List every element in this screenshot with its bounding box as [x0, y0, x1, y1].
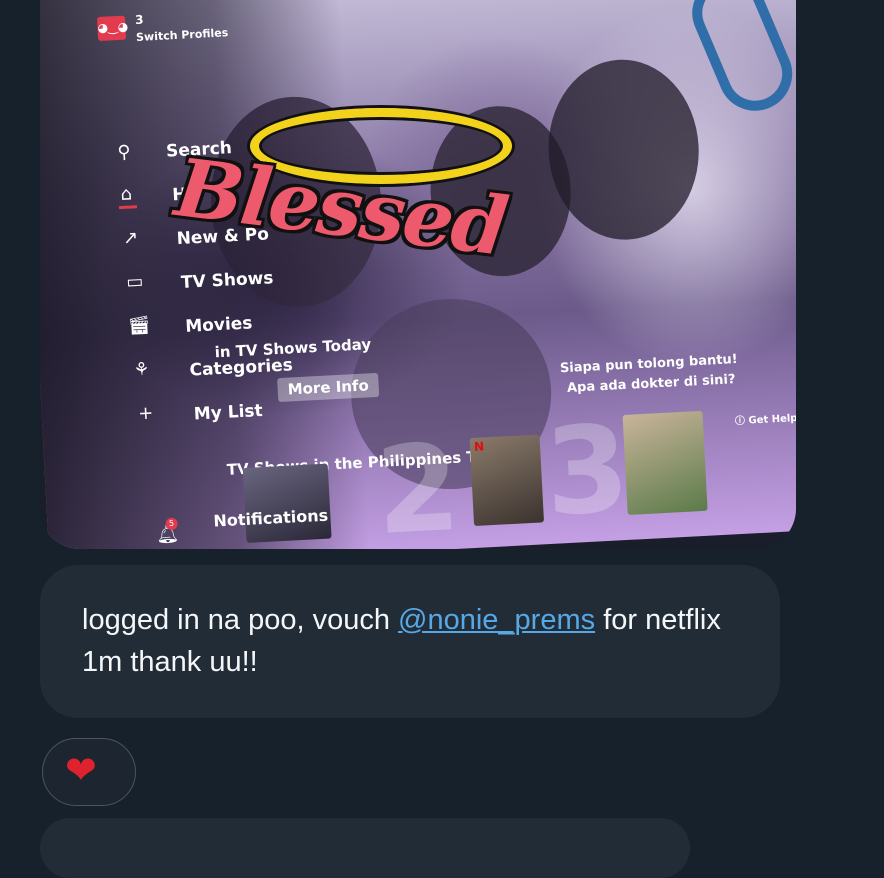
tv-icon: ▭	[125, 270, 144, 293]
get-help-label: ⓘ Get Help	[734, 412, 796, 428]
profile-count: 3	[134, 12, 144, 28]
heart-icon: ❤	[65, 748, 97, 792]
show-thumbnail	[242, 463, 332, 543]
mention-link[interactable]: @nonie_prems	[398, 604, 595, 636]
show-thumbnail	[622, 410, 708, 515]
nav-my-list: My List	[193, 400, 264, 425]
search-icon: ⚲	[116, 141, 132, 164]
reaction-chip[interactable]: ❤	[42, 738, 136, 806]
home-icon: ⌂	[120, 183, 133, 206]
plus-icon: +	[137, 402, 154, 425]
nav-movies: Movies	[184, 313, 253, 337]
message-text: logged in na poo, vouch @nonie_prems for…	[82, 599, 762, 683]
message-text-part: logged in na poo, vouch	[82, 604, 399, 636]
rank-number: 3	[541, 399, 633, 544]
new-popular-icon: ↗	[122, 227, 139, 249]
tv-screen: ◕‿◕ 3 Switch Profiles ⚲ Search ⌂ H ↗ New…	[40, 0, 796, 549]
categories-icon: ⚘	[132, 358, 151, 381]
netflix-n-icon: N	[473, 439, 485, 454]
next-message-bubble[interactable]	[40, 818, 690, 878]
rank-number: 2	[372, 418, 464, 549]
message-bubble[interactable]: logged in na poo, vouch @nonie_prems for…	[40, 565, 780, 718]
show-thumbnail: N	[469, 434, 545, 527]
photo-message[interactable]: ◕‿◕ 3 Switch Profiles ⚲ Search ⌂ H ↗ New…	[40, 0, 796, 549]
movies-icon: 🎬︎	[127, 314, 152, 337]
profile-avatar-icon: ◕‿◕	[96, 15, 128, 42]
